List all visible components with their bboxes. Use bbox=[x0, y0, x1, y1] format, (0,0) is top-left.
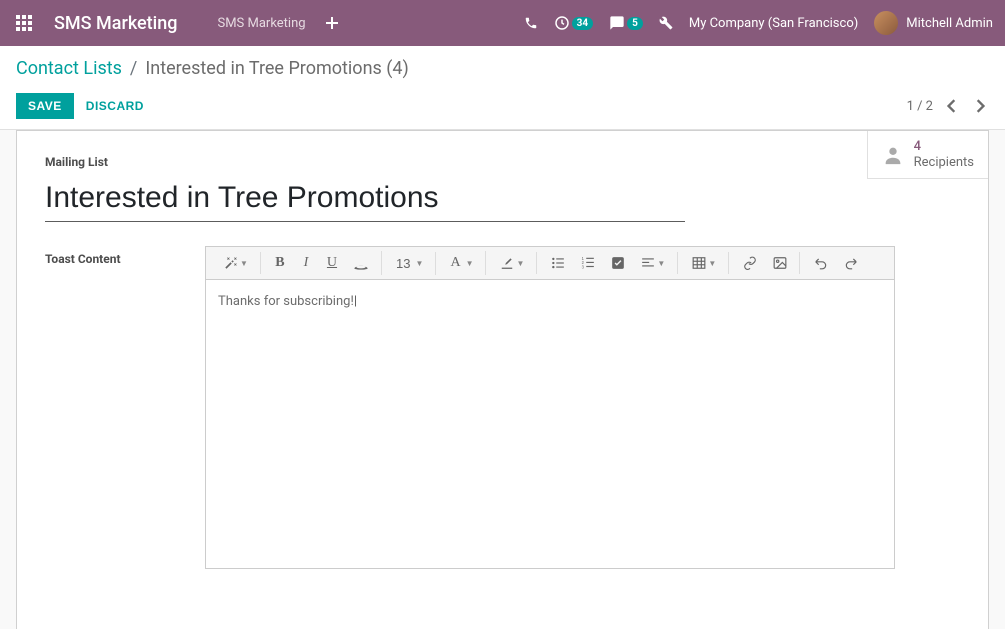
recipients-label: Recipients bbox=[914, 155, 974, 171]
user-icon bbox=[882, 144, 904, 166]
svg-text:3: 3 bbox=[582, 264, 585, 269]
toast-content-editor[interactable]: Thanks for subscribing! bbox=[205, 279, 895, 569]
font-size-selector[interactable]: 13▼ bbox=[390, 252, 429, 275]
top-navbar: SMS Marketing SMS Marketing 34 5 My Comp… bbox=[0, 0, 1005, 46]
recipients-count: 4 bbox=[914, 139, 974, 155]
messages-icon[interactable]: 5 bbox=[609, 15, 643, 31]
pager-prev-icon[interactable] bbox=[943, 95, 961, 117]
link-icon[interactable] bbox=[737, 252, 763, 274]
align-button[interactable]: ▼ bbox=[635, 252, 671, 274]
bold-button[interactable]: B bbox=[269, 251, 291, 275]
recipients-stat-button[interactable]: 4 Recipients bbox=[868, 131, 988, 178]
username-label: Mitchell Admin bbox=[906, 16, 993, 31]
save-button[interactable]: SAVE bbox=[16, 93, 74, 119]
debug-icon[interactable] bbox=[659, 16, 673, 30]
messages-badge: 5 bbox=[627, 17, 643, 30]
nav-menu-sms-marketing[interactable]: SMS Marketing bbox=[217, 16, 305, 31]
toast-content-label: Toast Content bbox=[45, 252, 185, 266]
redo-icon[interactable] bbox=[838, 252, 864, 274]
breadcrumb-current: Interested in Tree Promotions (4) bbox=[145, 58, 408, 79]
activities-icon[interactable]: 34 bbox=[554, 15, 593, 31]
apps-menu-icon[interactable] bbox=[12, 11, 36, 35]
magic-wand-icon[interactable]: ▼ bbox=[218, 252, 254, 274]
unordered-list-icon[interactable] bbox=[545, 252, 571, 274]
editor-toolbar: ▼ B I U 13▼ bbox=[205, 246, 895, 279]
company-selector[interactable]: My Company (San Francisco) bbox=[689, 16, 858, 31]
activities-badge: 34 bbox=[572, 17, 593, 30]
mailing-list-title-input[interactable] bbox=[45, 175, 685, 222]
table-button[interactable]: ▼ bbox=[686, 252, 722, 274]
nav-new-icon[interactable] bbox=[326, 17, 338, 29]
highlight-color-button[interactable]: ▼ bbox=[494, 252, 530, 274]
avatar bbox=[874, 11, 898, 35]
underline-button[interactable]: U bbox=[321, 251, 343, 275]
font-color-button[interactable]: A▼ bbox=[444, 251, 479, 275]
checklist-icon[interactable] bbox=[605, 252, 631, 274]
form-view: 4 Recipients Mailing List Toast Content bbox=[0, 129, 1005, 629]
breadcrumb-root[interactable]: Contact Lists bbox=[16, 58, 122, 79]
italic-button[interactable]: I bbox=[295, 251, 317, 275]
ordered-list-icon[interactable]: 123 bbox=[575, 252, 601, 274]
user-menu[interactable]: Mitchell Admin bbox=[874, 11, 993, 35]
form-sheet: 4 Recipients Mailing List Toast Content bbox=[16, 130, 989, 629]
control-panel: Contact Lists / Interested in Tree Promo… bbox=[0, 46, 1005, 119]
stat-button-box: 4 Recipients bbox=[867, 131, 988, 179]
mailing-list-label: Mailing List bbox=[45, 155, 960, 169]
discard-button[interactable]: DISCARD bbox=[86, 99, 144, 113]
undo-icon[interactable] bbox=[808, 252, 834, 274]
breadcrumb-separator: / bbox=[130, 58, 137, 79]
image-icon[interactable] bbox=[767, 252, 793, 274]
breadcrumb: Contact Lists / Interested in Tree Promo… bbox=[16, 58, 989, 79]
phone-icon[interactable] bbox=[524, 16, 538, 30]
pager-counter[interactable]: 1 / 2 bbox=[907, 99, 933, 114]
pager-next-icon[interactable] bbox=[971, 95, 989, 117]
app-brand[interactable]: SMS Marketing bbox=[54, 13, 177, 34]
pager: 1 / 2 bbox=[907, 95, 989, 117]
remove-format-icon[interactable] bbox=[347, 252, 375, 274]
